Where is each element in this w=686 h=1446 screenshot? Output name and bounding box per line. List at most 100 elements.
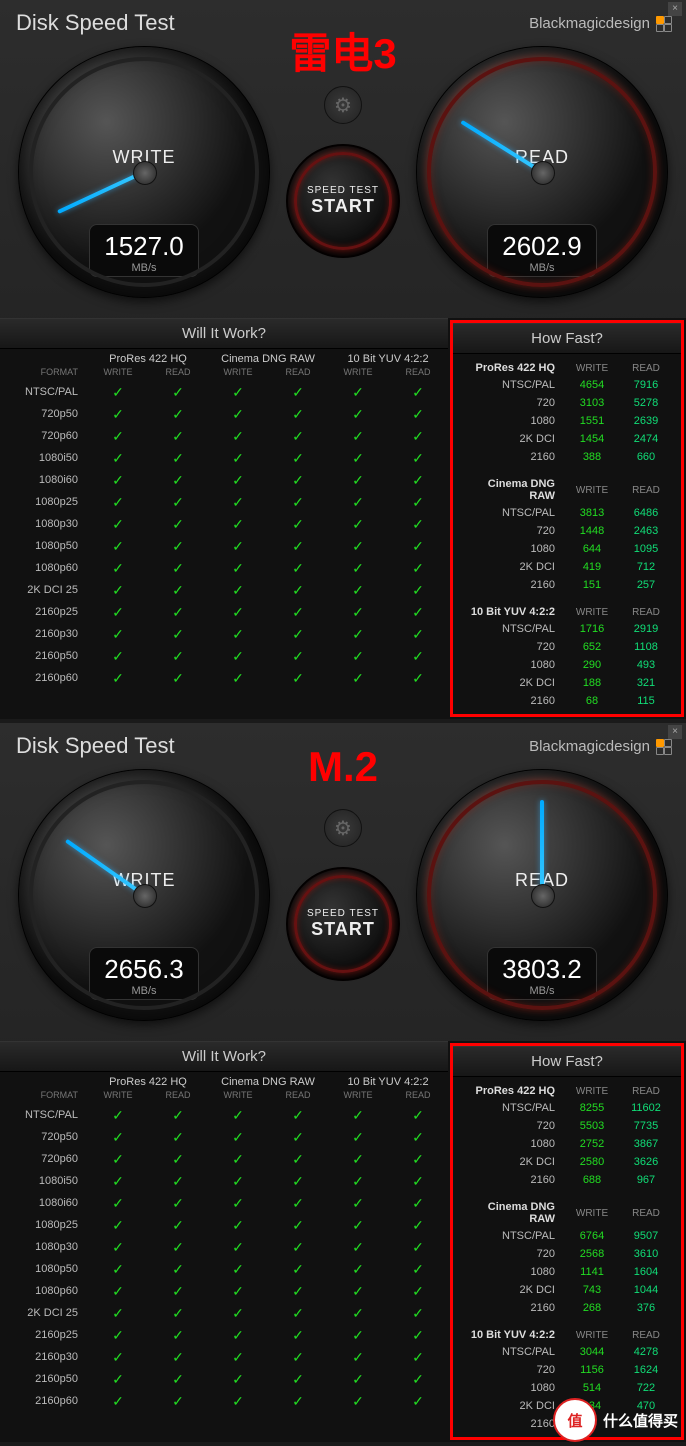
write-value: 1448: [565, 525, 619, 537]
start-button[interactable]: SPEED TESTSTART: [286, 144, 400, 258]
read-value: 2639: [619, 415, 673, 427]
check-icon: ✓: [268, 604, 328, 621]
how-fast-row: 72031035278: [461, 394, 673, 412]
check-icon: ✓: [268, 648, 328, 665]
gauge-hub-icon: [133, 161, 157, 185]
check-icon: ✓: [208, 604, 268, 621]
check-icon: ✓: [88, 1107, 148, 1124]
check-icon: ✓: [208, 560, 268, 577]
format-row: 1080p60✓✓✓✓✓✓: [0, 1280, 448, 1302]
will-it-work-title: Will It Work?: [0, 1041, 448, 1072]
resolution-label: 2K DCI: [461, 1400, 565, 1412]
check-icon: ✓: [148, 516, 208, 533]
write-value: 743: [565, 1284, 619, 1296]
gauge-hub-icon: [531, 884, 555, 908]
read-value: 4278: [619, 1346, 673, 1358]
format-row: NTSC/PAL✓✓✓✓✓✓: [0, 381, 448, 403]
format-label: 1080p50: [0, 1263, 88, 1275]
check-icon: ✓: [208, 1371, 268, 1388]
read-value: 2474: [619, 433, 673, 445]
overlay-label: 雷电3: [289, 20, 396, 81]
settings-gear-icon[interactable]: ⚙: [324, 809, 362, 847]
start-button[interactable]: SPEED TESTSTART: [286, 867, 400, 981]
check-icon: ✓: [328, 472, 388, 489]
check-icon: ✓: [148, 1283, 208, 1300]
write-value: 151: [565, 579, 619, 591]
how-fast-row: 2K DCI25803626: [461, 1153, 673, 1171]
format-row: 1080p30✓✓✓✓✓✓: [0, 513, 448, 535]
how-fast-row: 2K DCI419712: [461, 558, 673, 576]
watermark-text: 什么值得买: [603, 1410, 678, 1431]
write-gauge: WRITE1527.0MB/s: [18, 46, 270, 298]
check-icon: ✓: [148, 1151, 208, 1168]
gauge-hub-icon: [133, 884, 157, 908]
check-icon: ✓: [268, 1107, 328, 1124]
check-icon: ✓: [268, 582, 328, 599]
check-icon: ✓: [328, 582, 388, 599]
check-icon: ✓: [208, 516, 268, 533]
how-fast-row: 108027523867: [461, 1135, 673, 1153]
check-icon: ✓: [388, 472, 448, 489]
resolution-label: NTSC/PAL: [461, 1102, 565, 1114]
check-icon: ✓: [328, 604, 388, 621]
check-icon: ✓: [388, 1217, 448, 1234]
read-value: 3610: [619, 1248, 673, 1260]
check-icon: ✓: [328, 1305, 388, 1322]
write-value: 388: [565, 451, 619, 463]
read-value: 11602: [619, 1102, 673, 1114]
check-icon: ✓: [328, 1327, 388, 1344]
format-label: 1080p60: [0, 1285, 88, 1297]
gauge-hub-icon: [531, 161, 555, 185]
check-icon: ✓: [388, 1107, 448, 1124]
format-row: 1080p25✓✓✓✓✓✓: [0, 1214, 448, 1236]
check-icon: ✓: [88, 1305, 148, 1322]
read-value: 1044: [619, 1284, 673, 1296]
resolution-label: 2160: [461, 1418, 565, 1430]
how-fast-row: 10806441095: [461, 540, 673, 558]
check-icon: ✓: [268, 626, 328, 643]
check-icon: ✓: [208, 1349, 268, 1366]
read-header: READ: [619, 1208, 673, 1219]
settings-gear-icon[interactable]: ⚙: [324, 86, 362, 124]
format-label: 1080p25: [0, 1219, 88, 1231]
check-icon: ✓: [328, 516, 388, 533]
format-row: 720p50✓✓✓✓✓✓: [0, 403, 448, 425]
write-value: 2580: [565, 1156, 619, 1168]
format-row: 1080p25✓✓✓✓✓✓: [0, 491, 448, 513]
format-label: 2160p25: [0, 606, 88, 618]
check-icon: ✓: [208, 1327, 268, 1344]
overlay-label: M.2: [308, 743, 378, 791]
read-value: 1095: [619, 543, 673, 555]
read-value: 2919: [619, 623, 673, 635]
write-subheader: WRITE: [88, 367, 148, 377]
check-icon: ✓: [268, 516, 328, 533]
format-label: 2160p60: [0, 672, 88, 684]
check-icon: ✓: [268, 1327, 328, 1344]
read-header: READ: [619, 1330, 673, 1341]
read-value: 115: [619, 695, 673, 707]
test-panel: ×Disk Speed TestBlackmagicdesignM.2WRITE…: [0, 723, 686, 1446]
read-subheader: READ: [148, 1090, 208, 1100]
format-row: 1080i50✓✓✓✓✓✓: [0, 1170, 448, 1192]
write-header: WRITE: [565, 1208, 619, 1219]
check-icon: ✓: [328, 1195, 388, 1212]
format-row: 2160p25✓✓✓✓✓✓: [0, 1324, 448, 1346]
check-icon: ✓: [88, 1217, 148, 1234]
check-icon: ✓: [208, 1151, 268, 1168]
how-fast-row: NTSC/PAL46547916: [461, 376, 673, 394]
app-title: Disk Speed Test: [16, 733, 175, 759]
check-icon: ✓: [268, 1371, 328, 1388]
check-icon: ✓: [388, 1393, 448, 1410]
resolution-label: 1080: [461, 1138, 565, 1150]
write-value: 1716: [565, 623, 619, 635]
check-icon: ✓: [268, 1393, 328, 1410]
write-gauge: WRITE2656.3MB/s: [18, 769, 270, 1021]
resolution-label: 2160: [461, 1174, 565, 1186]
format-label: 2K DCI 25: [0, 584, 88, 596]
check-icon: ✓: [388, 1283, 448, 1300]
check-icon: ✓: [208, 494, 268, 511]
resolution-label: 2160: [461, 1302, 565, 1314]
check-icon: ✓: [388, 384, 448, 401]
check-icon: ✓: [328, 406, 388, 423]
check-icon: ✓: [388, 560, 448, 577]
